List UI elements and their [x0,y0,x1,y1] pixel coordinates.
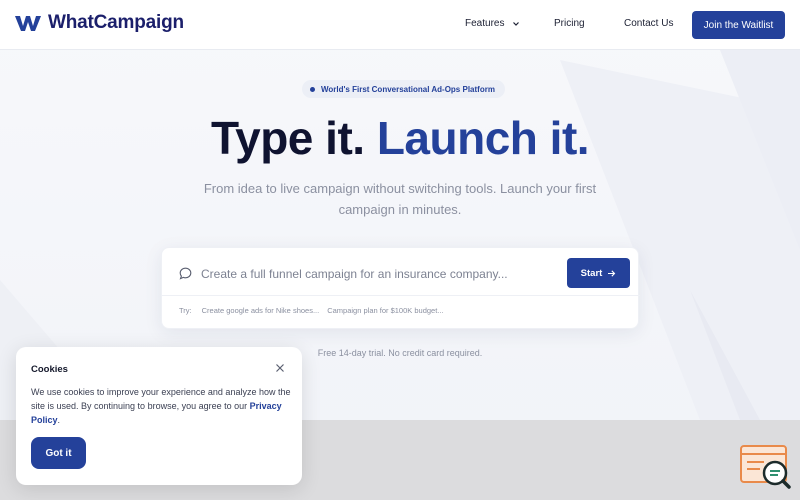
badge-text: World's First Conversational Ad-Ops Plat… [321,84,495,94]
card-divider [162,295,640,296]
hero-headline: Type it. Launch it. [0,111,800,165]
close-icon[interactable] [274,362,286,374]
suggestion-chip[interactable]: Create google ads for Nike shoes... [202,306,320,315]
suggestion-chip[interactable]: Campaign plan for $100K budget... [327,306,443,315]
chat-bubble-icon [179,267,192,280]
got-it-button[interactable]: Got it [31,437,86,469]
chevron-down-icon [513,21,520,26]
campaign-prompt-input[interactable] [201,264,561,284]
cookie-text: We use cookies to improve your experienc… [31,385,293,427]
nav-features-label: Features [465,18,505,29]
nav-pricing[interactable]: Pricing [554,18,585,29]
hero-badge: World's First Conversational Ad-Ops Plat… [302,80,505,98]
nav-features[interactable]: Features [465,18,520,29]
try-label: Try: [179,306,192,315]
join-waitlist-button[interactable]: Join the Waitlist [692,11,785,39]
hero-subline: From idea to live campaign without switc… [203,181,597,217]
headline-part-1: Type it. [210,112,365,164]
logo-w-icon [15,16,41,31]
page: WhatCampaign Features Pricing Contact Us… [0,0,800,500]
cookie-title: Cookies [31,364,68,375]
logo[interactable]: WhatCampaign [14,12,184,34]
headline-part-2: Launch it. [376,112,590,164]
suggestion-row: Try: Create google ads for Nike shoes...… [179,306,452,315]
cookie-dialog: Cookies We use cookies to improve your e… [16,347,302,485]
logo-text: WhatCampaign [48,12,184,33]
site-header: WhatCampaign Features Pricing Contact Us… [0,0,800,50]
support-search-icon[interactable] [738,443,792,489]
nav-contact-us[interactable]: Contact Us [624,18,673,29]
arrow-right-icon [608,269,616,277]
prompt-card: Start Try: Create google ads for Nike sh… [161,247,640,329]
start-button[interactable]: Start [567,258,630,288]
badge-dot [310,86,315,92]
start-button-label: Start [580,267,603,279]
cookie-period: . [57,415,61,425]
